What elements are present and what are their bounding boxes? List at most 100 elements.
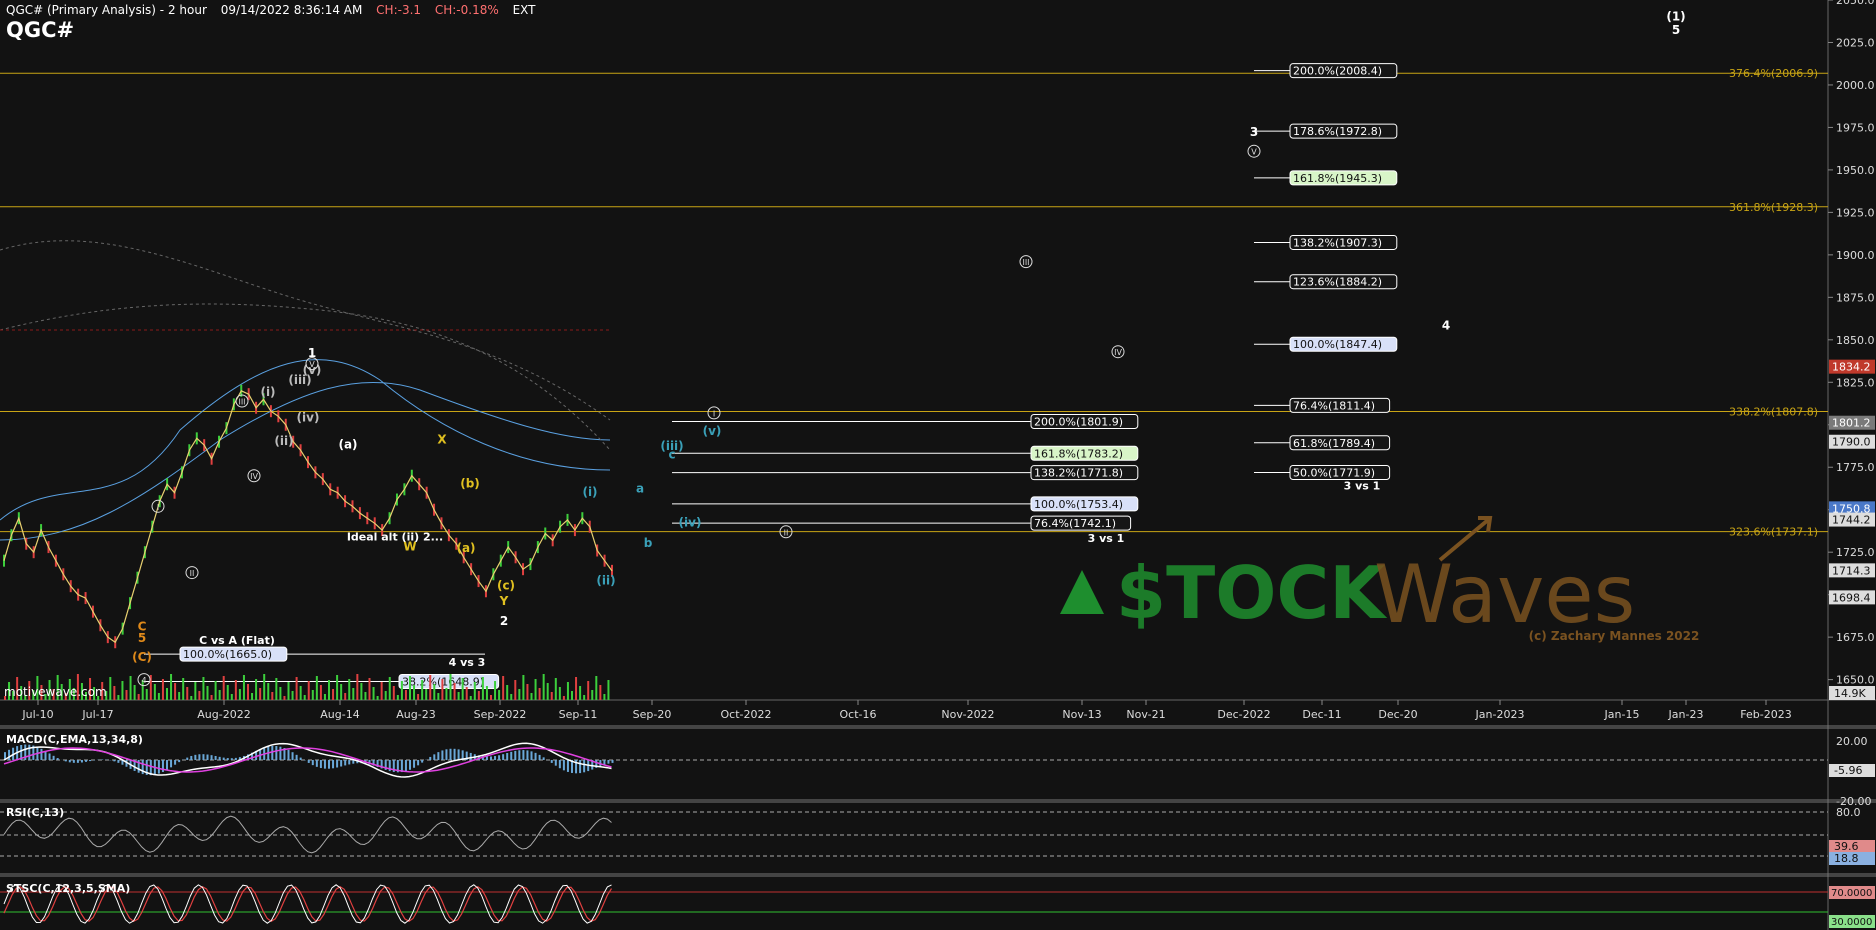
wave-label: (iv) [679,516,702,530]
fib-extension-label: 61.8%(1789.4) [1293,437,1375,450]
volume-bar [542,674,545,700]
macd-histogram-bar [469,752,472,760]
fib-extension-label: 100.0%(1847.4) [1293,338,1382,351]
macd-histogram-bar [498,755,501,760]
macd-histogram-bar [166,760,168,770]
volume-bar [129,676,132,700]
macd-histogram-bar [534,752,537,760]
volume-bar [404,690,407,700]
volume-bar [469,696,472,700]
volume-bar [255,679,258,700]
wave-label: (C) [132,650,152,664]
macd-value-label: -5.96 [1834,764,1862,777]
volume-bar [571,691,573,700]
volume-bar [344,693,347,700]
chart-annotation: Ideal alt (ii) 2... [347,530,443,543]
volume-tag-label: 14.9K [1834,687,1866,700]
volume-bar [125,690,128,700]
volume-bar [356,674,359,700]
volume-bar [558,687,561,700]
volume-bar [372,687,375,700]
x-tick-label: Jan-23 [1668,708,1704,721]
volume-bar [263,674,266,700]
macd-histogram-bar [417,760,420,766]
macd-histogram-bar [579,760,582,774]
volume-bar [319,685,322,700]
wave-label: (iv) [297,410,320,424]
volume-bar [579,686,582,700]
macd-histogram-bar [611,760,614,763]
change-percent: CH:-0.18% [434,3,499,17]
fib-extension-label: 138.2%(1907.3) [1293,236,1382,249]
macd-histogram-bar [490,756,492,760]
wave-label: (c) [497,579,515,593]
wave-label: (iii) [660,439,683,453]
macd-histogram-bar [502,754,505,760]
macd-histogram-bar [441,750,444,760]
fib-extension-label: 161.8%(1945.3) [1293,172,1382,185]
fib-extension-label: 76.4%(1811.4) [1293,399,1375,412]
volume-bar [485,686,488,700]
volume-bar [287,682,290,700]
fib-level-label: 361.8%(1928.3) [1729,201,1818,214]
volume-bar [198,691,201,700]
macd-histogram-bar [72,760,75,763]
y-tick-label: 1900.0 [1836,249,1875,262]
macd-histogram-bar [198,754,201,760]
macd-histogram-bar [80,760,83,763]
macd-histogram-bar [328,760,330,769]
x-tick-label: Jul-17 [81,708,113,721]
macd-histogram-bar [85,760,87,762]
volume-bar [494,681,497,700]
volume-bar [226,685,229,700]
wave-circle-label: II [190,569,195,578]
stoch-panel-label: STSC(C,12,3,5,SMA) [6,882,131,895]
volume-bar [279,687,282,700]
y-tick-label: 1875.0 [1836,291,1875,304]
volume-bar [352,688,355,700]
price-tag-label: 1714.3 [1832,564,1871,577]
macd-histogram-bar [113,760,116,762]
volume-bar [121,681,124,700]
volume-bar [291,691,294,700]
chart-title: QGC# (Primary Analysis) - 2 hour [6,3,207,17]
volume-bar [457,692,460,700]
macd-histogram-bar [583,760,586,773]
volume-bar [396,695,399,700]
chart-annotation: 3 vs 1 [1088,532,1125,545]
macd-histogram-bar [194,754,197,760]
macd-histogram-bar [485,756,488,760]
volume-bar [137,694,140,700]
macd-histogram-bar [413,760,416,768]
macd-histogram-bar [230,758,233,760]
macd-histogram-bar [170,760,173,768]
chart-annotation: C vs A (Flat) [199,634,275,647]
volume-bar [583,695,586,700]
volume-bar [222,676,225,700]
macd-histogram-bar [202,754,205,760]
y-tick-label: 1725.0 [1836,546,1875,559]
price-chart[interactable]: 1650.01675.01700.01725.01750.01775.01800… [0,0,1876,930]
x-tick-label: Sep-11 [559,708,598,721]
macd-histogram-bar [234,757,237,760]
macd-histogram-bar [538,754,541,760]
volume-bar [384,691,387,700]
volume-bar [481,677,484,700]
wave-label: 4 [1442,319,1450,333]
volume-bar [307,681,310,700]
volume-bar [437,693,440,700]
macd-histogram-bar [336,760,339,768]
macd-histogram-bar [291,752,294,760]
wave-label: 2 [500,614,508,628]
x-tick-label: Jan-15 [1604,708,1640,721]
macd-histogram-bar [214,756,217,760]
volume-bar [153,684,156,700]
y-tick-label: 1925.0 [1836,206,1875,219]
volume-bar [238,689,241,700]
stoch-low-label: 30.0000 [1831,917,1872,928]
volume-bar [218,690,221,700]
wave-circle-label: V [309,360,315,369]
wave-circle-label: V [1251,148,1257,157]
price-tag-label: 1834.2 [1832,361,1871,374]
fib-extension-label: 138.2%(1771.8) [1034,467,1123,480]
